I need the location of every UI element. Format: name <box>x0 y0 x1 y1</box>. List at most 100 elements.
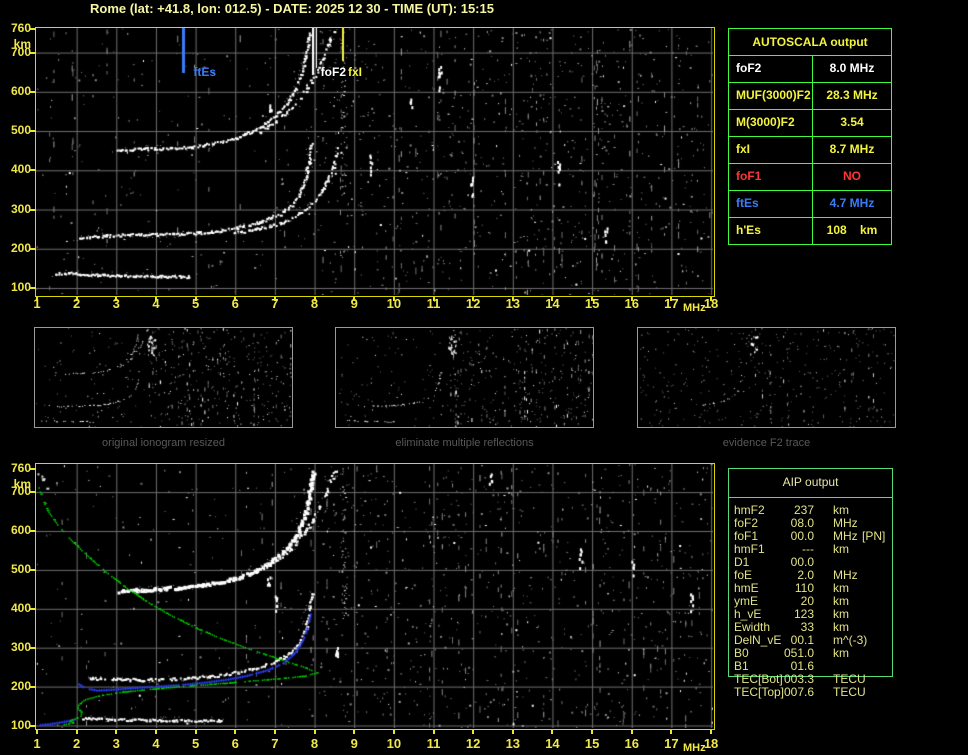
aip-value: 007.6 <box>754 686 814 699</box>
x-tick-label-10: 10 <box>381 737 407 751</box>
thumbnail-1-caption: original ionogram resized <box>34 437 293 449</box>
autoscala-row-fxi: fxI8.7 MHz <box>729 136 891 163</box>
x-tick-mark <box>433 297 435 301</box>
autoscala-value: 108 km <box>813 218 891 244</box>
y-tick-label-400: 400 <box>0 163 31 176</box>
y-tick-mark <box>29 287 36 289</box>
x-tick-mark <box>670 297 672 301</box>
x-tick-mark <box>512 297 514 301</box>
y-tick-label-200: 200 <box>0 242 31 255</box>
bottom-ionogram-plot <box>35 463 715 730</box>
thumbnail-3-canvas <box>638 328 895 427</box>
x-tick-mark <box>274 297 276 301</box>
y-tick-label-100: 100 <box>0 281 31 294</box>
x-tick-label-5: 5 <box>183 737 209 751</box>
x-tick-label-7: 7 <box>262 737 288 751</box>
x-tick-label-18: 18 <box>698 737 724 751</box>
fof2-annotation: foF2 <box>314 65 346 79</box>
x-tick-mark <box>195 730 197 734</box>
thumbnail-evidence-f2 <box>637 327 896 428</box>
x-tick-label-15: 15 <box>579 737 605 751</box>
x-tick-mark <box>314 297 316 301</box>
autoscala-row-ftes: ftEs4.7 MHz <box>729 190 891 217</box>
autoscala-table-header: AUTOSCALA output <box>729 29 891 55</box>
y-tick-mark <box>29 28 36 30</box>
x-tick-mark <box>76 730 78 734</box>
x-tick-mark <box>76 297 78 301</box>
y-tick-label-760: 760 <box>0 462 31 475</box>
y-tick-mark <box>29 169 36 171</box>
x-tick-label-2: 2 <box>64 737 90 751</box>
y-tick-label-300: 300 <box>0 641 31 654</box>
y-tick-mark <box>29 569 36 571</box>
x-tick-mark <box>433 730 435 734</box>
page-title: Rome (lat: +41.8, lon: 012.5) - DATE: 20… <box>90 1 494 16</box>
y-tick-mark <box>29 91 36 93</box>
autoscala-value: 28.3 MHz <box>813 83 891 109</box>
y-tick-mark <box>29 130 36 132</box>
y-tick-label-600: 600 <box>0 524 31 537</box>
x-tick-mark <box>710 730 712 734</box>
y-tick-mark <box>29 52 36 54</box>
autoscala-value: NO <box>813 164 891 190</box>
x-tick-mark <box>472 730 474 734</box>
autoscala-row-m3000: M(3000)F23.54 <box>729 109 891 136</box>
x-tick-mark <box>591 297 593 301</box>
y-tick-label-400: 400 <box>0 602 31 615</box>
y-tick-mark <box>29 491 36 493</box>
x-tick-label-6: 6 <box>222 737 248 751</box>
x-tick-mark <box>155 730 157 734</box>
y-tick-mark <box>29 725 36 727</box>
y-tick-mark <box>29 468 36 470</box>
autoscala-row-hes: h'Es108 km <box>729 217 891 244</box>
y-tick-mark <box>29 530 36 532</box>
thumbnail-original-ionogram <box>34 327 293 428</box>
aip-row-tec-top-: TEC[Top]007.6TECU <box>729 686 892 699</box>
y-tick-label-200: 200 <box>0 680 31 693</box>
aip-unit: km <box>833 543 849 556</box>
x-tick-label-9: 9 <box>341 737 367 751</box>
autoscala-label: fxI <box>729 137 813 163</box>
autoscala-output-table: AUTOSCALA output foF28.0 MHz MUF(3000)F2… <box>728 28 892 245</box>
y-tick-label-500: 500 <box>0 124 31 137</box>
x-tick-mark <box>115 730 117 734</box>
x-tick-mark <box>631 730 633 734</box>
x-tick-label-4: 4 <box>143 737 169 751</box>
x-tick-mark <box>353 730 355 734</box>
y-tick-mark <box>29 686 36 688</box>
x-tick-label-13: 13 <box>500 737 526 751</box>
autoscala-screen: Rome (lat: +41.8, lon: 012.5) - DATE: 20… <box>0 0 968 755</box>
y-tick-mark <box>29 209 36 211</box>
x-tick-mark <box>393 297 395 301</box>
y-tick-mark <box>29 647 36 649</box>
autoscala-value: 8.7 MHz <box>813 137 891 163</box>
aip-table-header: AIP output <box>729 475 892 489</box>
y-tick-mark <box>29 248 36 250</box>
autoscala-value: 4.7 MHz <box>813 191 891 217</box>
aip-output-table: AIP output hmF2237kmfoF208.0MHzfoF100.0M… <box>728 468 893 677</box>
x-tick-label-17: 17 <box>658 737 684 751</box>
x-tick-mark <box>472 297 474 301</box>
x-tick-mark <box>393 730 395 734</box>
autoscala-value: 3.54 <box>813 110 891 136</box>
x-tick-mark <box>155 297 157 301</box>
x-tick-label-3: 3 <box>103 737 129 751</box>
y-tick-label-760: 760 <box>0 22 31 35</box>
x-tick-mark <box>551 297 553 301</box>
y-tick-label-100: 100 <box>0 719 31 732</box>
x-tick-mark <box>36 730 38 734</box>
x-tick-label-16: 16 <box>619 737 645 751</box>
x-tick-mark <box>274 730 276 734</box>
autoscala-label: MUF(3000)F2 <box>729 83 813 109</box>
x-tick-mark <box>551 730 553 734</box>
y-tick-label-500: 500 <box>0 563 31 576</box>
thumbnail-2-canvas <box>336 328 593 427</box>
top-ionogram-canvas <box>36 28 713 295</box>
y-axis-unit: km <box>0 38 31 51</box>
autoscala-value: 8.0 MHz <box>813 56 891 82</box>
x-tick-mark <box>710 297 712 301</box>
x-tick-mark <box>314 730 316 734</box>
aip-header-divider <box>729 497 892 498</box>
autoscala-label: foF1 <box>729 164 813 190</box>
x-tick-mark <box>591 730 593 734</box>
